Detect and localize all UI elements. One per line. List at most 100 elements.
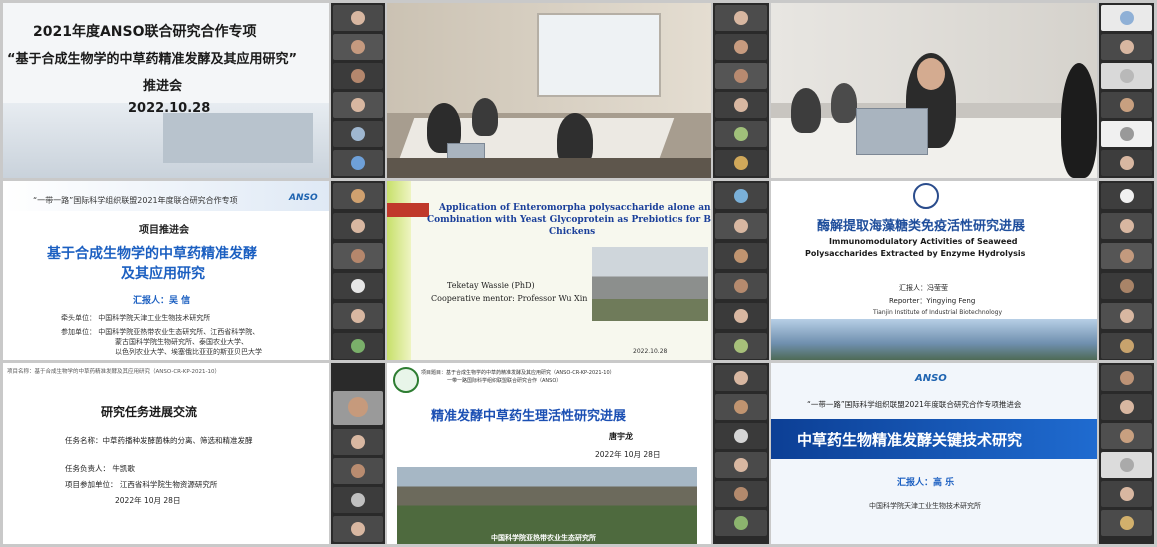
slide-date: 2022年 10月 28日 [595,450,661,459]
participant-thumb[interactable] [1101,243,1152,269]
participant-thumb[interactable] [715,121,767,147]
slide-line-3: 推进会 [143,79,183,94]
participant-thumb[interactable] [715,303,767,329]
participant-strip-4[interactable] [331,181,385,360]
slide-line-1: 2021年度ANSO联合研究合作专项 [33,24,257,40]
participant-thumb[interactable] [715,510,767,536]
participant-strip-3[interactable] [1099,3,1154,178]
tile-task-progress-slide[interactable]: 项目名称：基于合成生物学的中草药精准发酵及其应用研究（ANSO-CR-KP-20… [3,363,329,544]
person [472,98,498,136]
participant-thumb[interactable] [333,303,383,329]
slide-title-1: Application of Enteromorpha polysacchari… [439,203,711,213]
participant-thumb[interactable] [715,394,767,420]
participant-strip-6[interactable] [1099,181,1154,360]
participant-thumb[interactable] [1101,452,1152,478]
person [791,88,821,133]
tile-meeting-room-2[interactable] [771,3,1097,178]
participant-thumb[interactable] [715,333,767,359]
participant-thumb[interactable] [1101,333,1152,359]
participant-thumb[interactable] [1101,510,1152,536]
participant-thumb[interactable] [715,63,767,89]
participant-thumb[interactable] [1101,273,1152,299]
participant-thumb[interactable] [715,481,767,507]
slide-date: 2022.10.28 [128,101,211,116]
participant-thumb[interactable] [715,183,767,209]
tile-project-slide[interactable]: “一带一路”国际科学组织联盟2021年度联合研究合作专项 ANSO 项目推进会 … [3,181,329,360]
participant-strip-2[interactable] [713,3,769,178]
participant-thumb[interactable] [1101,150,1152,176]
institute-building-photo [771,319,1097,360]
participant-thumb[interactable] [715,243,767,269]
task-progress-slide: 项目名称：基于合成生物学的中草药精准发酵及其应用研究（ANSO-CR-KP-20… [3,363,329,544]
participant-thumb[interactable] [1101,5,1152,31]
slide-subtitle: 项目推进会 [139,225,189,236]
photo-caption: 中国科学院亚热带农业生态研究所 [491,534,596,542]
participant-thumb[interactable] [1101,213,1152,239]
tile-seaweed-slide[interactable]: 酶解提取海藻糖类免疫活性研究进展 Immunomodulatory Activi… [771,181,1097,360]
participant-strip-8[interactable] [713,363,769,544]
person [1061,63,1097,178]
project-slide: “一带一路”国际科学组织联盟2021年度联合研究合作专项 ANSO 项目推进会 … [3,181,329,360]
participant-thumb[interactable] [1101,121,1152,147]
participant-thumb[interactable] [333,429,383,455]
participant-strip-5[interactable] [713,181,769,360]
participant-thumb[interactable] [333,63,383,89]
participant-thumb[interactable] [333,333,383,359]
participant-thumb[interactable] [715,150,767,176]
tile-opening-slide[interactable]: 2021年度ANSO联合研究合作专项 “基于合成生物学的中草药精准发酵及其应用研… [3,3,329,178]
participant-thumb[interactable] [1101,423,1152,449]
anso-logo: ANSO [289,193,318,203]
participant-strip-9[interactable] [1099,363,1154,544]
presenter-mentor: Cooperative mentor: Professor Wu Xin [431,294,588,303]
tile-meeting-room-1[interactable] [387,3,711,178]
participant-thumb[interactable] [333,5,383,31]
speaker-face [917,58,945,90]
slide-title: 研究任务进展交流 [101,405,198,419]
participant-thumb[interactable] [333,487,383,513]
participant-thumb[interactable] [1101,183,1152,209]
slide-institute: 中国科学院天津工业生物技术研究所 [869,502,981,510]
slide-reporter: 汇报人：吴 信 [133,296,191,306]
presenter-name: Teketay Wassie (PhD) [447,281,535,290]
participant-thumb[interactable] [333,34,383,60]
participant-thumb[interactable] [333,516,383,542]
participant-thumb[interactable] [715,452,767,478]
participant-thumb[interactable] [715,365,767,391]
institute-logo [393,367,419,393]
slide-date: 2022年 10月 28日 [115,496,181,505]
participant-thumb[interactable] [333,213,383,239]
participant-thumb[interactable] [715,5,767,31]
participant-thumb[interactable] [1101,303,1152,329]
participant-thumb[interactable] [715,273,767,299]
room-window [537,13,661,97]
participant-thumb[interactable] [333,183,383,209]
participant-thumb[interactable] [1101,63,1152,89]
red-accent-bar [387,203,429,217]
tile-key-tech-slide[interactable]: ANSO “一带一路”国际科学组织联盟2021年度联合研究合作专项推进会 中草药… [771,363,1097,544]
participant-thumb[interactable] [333,150,383,176]
participant-thumb[interactable] [1101,365,1152,391]
participant-thumb[interactable] [715,213,767,239]
participant-strip-7[interactable] [331,363,385,544]
tile-activity-slide[interactable]: 项目题目：基于合成生物学的中草药精准发酵及其应用研究（ANSO-CR-KP-20… [387,363,711,544]
activity-slide: 项目题目：基于合成生物学的中草药精准发酵及其应用研究（ANSO-CR-KP-20… [387,363,711,544]
participant-thumb[interactable] [333,92,383,118]
tile-research-slide-en[interactable]: Application of Enteromorpha polysacchari… [387,181,711,360]
participant-thumb[interactable] [715,92,767,118]
slide-unit: 项目参加单位： 江西省科学院生物资源研究所 [65,480,218,489]
slide-title-2: 及其应用研究 [121,266,205,282]
participant-thumb[interactable] [715,34,767,60]
participant-strip-1[interactable] [331,3,385,178]
participant-thumb[interactable] [715,423,767,449]
participant-thumb[interactable] [333,458,383,484]
anso-logo: ANSO [915,373,947,384]
participant-thumb[interactable] [333,243,383,269]
participant-thumb[interactable] [333,121,383,147]
participant-thumb[interactable] [333,273,383,299]
participant-thumb[interactable] [333,391,383,425]
participant-thumb[interactable] [1101,92,1152,118]
participant-thumb[interactable] [1101,34,1152,60]
participant-thumb[interactable] [1101,394,1152,420]
participant-thumb[interactable] [1101,481,1152,507]
slide-cn-title: 酶解提取海藻糖类免疫活性研究进展 [817,219,1026,234]
